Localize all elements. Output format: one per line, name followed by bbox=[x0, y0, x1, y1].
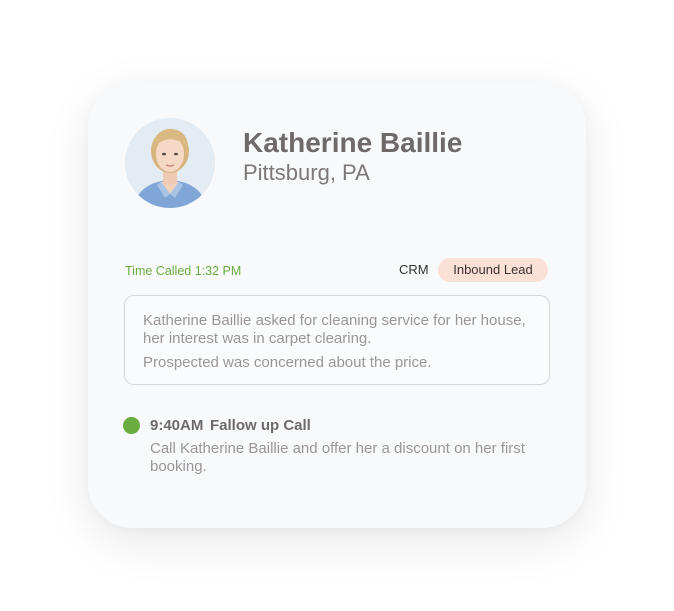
followup-title[interactable]: Fallow up Call bbox=[210, 417, 311, 434]
call-notes-box: Katherine Baillie asked for cleaning ser… bbox=[124, 295, 550, 385]
contact-card: Katherine Baillie Pittsburg, PA Time Cal… bbox=[88, 82, 586, 528]
followup-description: Call Katherine Baillie and offer her a d… bbox=[150, 440, 525, 475]
time-called-label: Time Called 1:32 PM bbox=[125, 264, 242, 278]
person-photo-icon bbox=[125, 118, 215, 208]
followup-status-dot-icon bbox=[123, 417, 140, 434]
avatar bbox=[125, 118, 215, 208]
call-note: Katherine Baillie asked for cleaning ser… bbox=[143, 312, 526, 347]
followup-time: 9:40AM bbox=[150, 417, 204, 434]
call-note: Prospected was concerned about the price… bbox=[143, 354, 432, 371]
crm-label: CRM bbox=[399, 262, 429, 277]
inbound-lead-badge[interactable]: Inbound Lead bbox=[438, 258, 548, 282]
contact-location: Pittsburg, PA bbox=[243, 160, 370, 185]
contact-name: Katherine Baillie bbox=[243, 127, 463, 158]
